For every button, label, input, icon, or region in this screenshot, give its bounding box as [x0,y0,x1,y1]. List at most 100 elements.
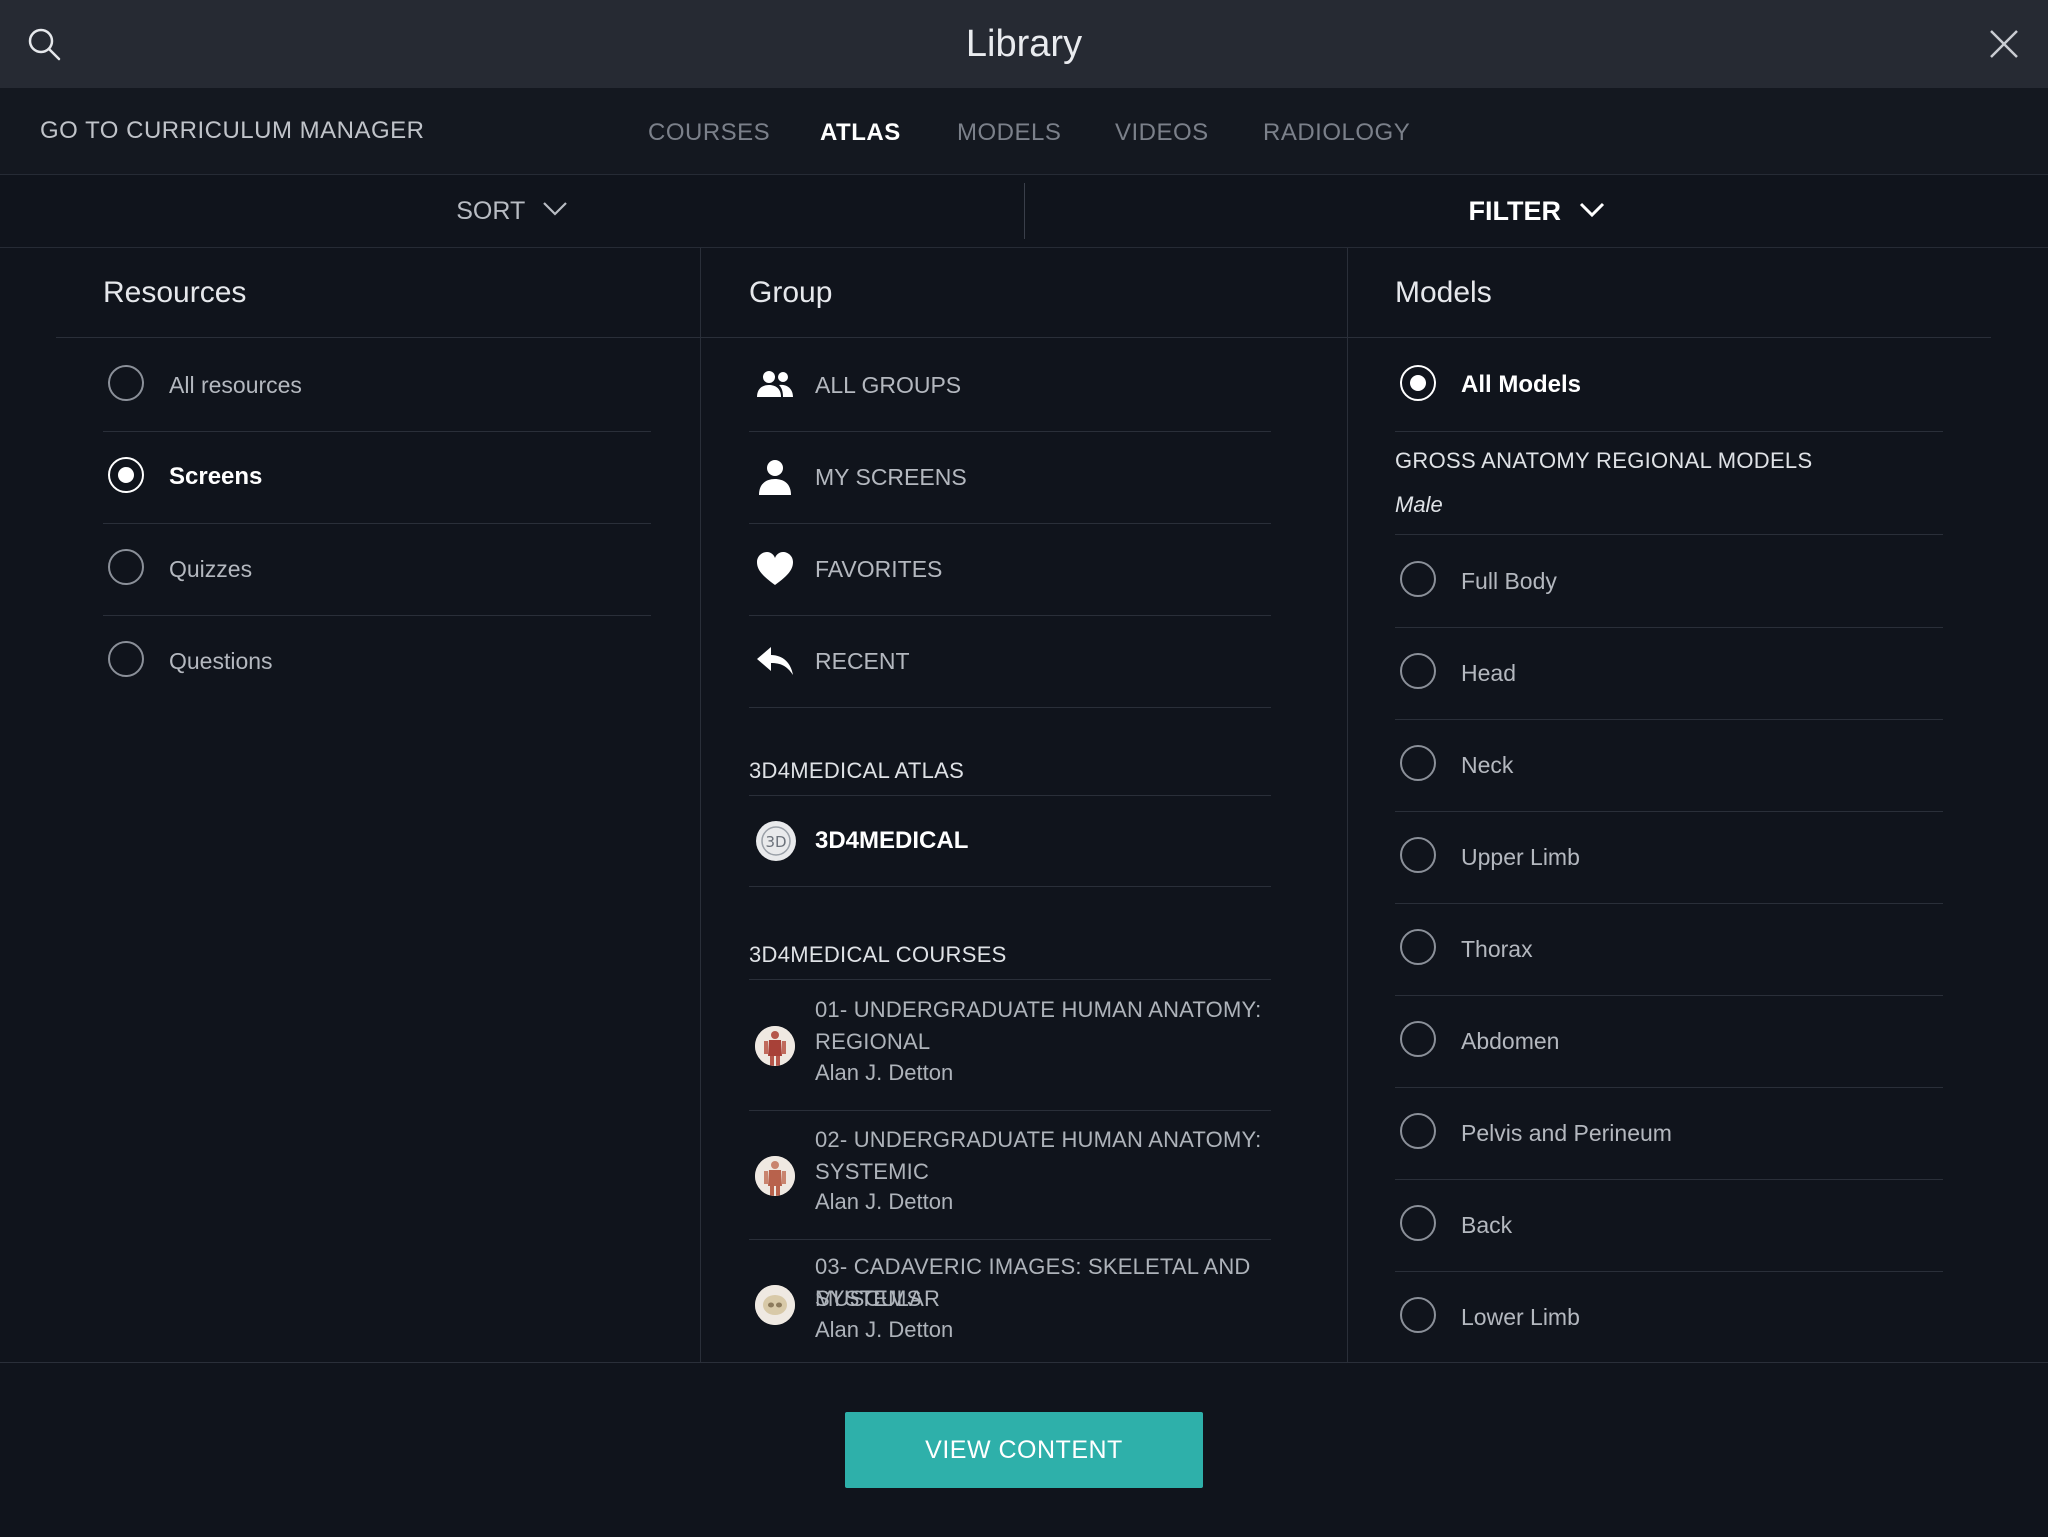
skull-image-icon [755,1285,795,1325]
radio-button[interactable] [1400,929,1436,965]
model-all-models[interactable]: All Models [1395,339,1943,432]
radio-button[interactable] [108,365,144,401]
resource-all-resources[interactable]: All resources [103,339,651,432]
model-label: Upper Limb [1461,844,1580,870]
group-label: 3D4MEDICAL [815,827,969,854]
model-head[interactable]: Head [1395,627,1943,720]
group-favorites[interactable]: FAVORITES [749,523,1271,616]
models-column: Models All Models GROSS ANATOMY REGIONAL… [1347,248,2048,1362]
tab-courses[interactable]: COURSES [648,88,770,178]
model-label: Abdomen [1461,1028,1560,1054]
resource-questions[interactable]: Questions [103,615,651,707]
group-my-screens[interactable]: MY SCREENS [749,431,1271,524]
course-title-line2: REGIONAL [815,1029,931,1054]
model-upper-limb[interactable]: Upper Limb [1395,811,1943,904]
model-label: All Models [1461,371,1582,398]
svg-text:3D: 3D [765,833,786,851]
course-title-line1: 02- UNDERGRADUATE HUMAN ANATOMY: [815,1127,1262,1152]
model-label: Thorax [1461,936,1533,962]
resources-heading: Resources [56,248,700,338]
radio-button[interactable] [108,641,144,677]
models-section-label: GROSS ANATOMY REGIONAL MODELS [1395,448,1813,473]
chevron-down-icon [1579,202,1604,217]
group-label: MY SCREENS [815,464,967,490]
resource-quizzes[interactable]: Quizzes [103,523,651,616]
person-icon [759,460,791,495]
filter-button[interactable]: FILTER [1025,175,2048,247]
group-column: Group ALL GROUPS MY SCREENS FAVORITES RE… [700,248,1348,1362]
radio-button[interactable] [1400,1297,1436,1333]
people-icon [757,371,793,397]
resource-label: Screens [169,463,263,490]
model-label: Head [1461,660,1516,686]
heart-icon [757,552,793,585]
resource-label: All resources [169,372,302,398]
model-label: Full Body [1461,568,1557,594]
course-thumbnail [755,1156,795,1196]
tab-radiology[interactable]: RADIOLOGY [1263,88,1410,178]
radio-button[interactable] [1400,837,1436,873]
tab-videos[interactable]: VIDEOS [1115,88,1209,178]
filter-label: FILTER [1468,196,1561,226]
group-all-groups[interactable]: ALL GROUPS [749,339,1271,432]
sort-filter-bar: SORT FILTER [0,175,2048,248]
group-recent[interactable]: RECENT [749,615,1271,708]
radio-button[interactable] [1400,1113,1436,1149]
group-heading: Group [701,248,1347,338]
group-3d4medical[interactable]: 3D 3D4MEDICAL [749,796,1271,887]
resource-screens[interactable]: Screens [103,431,651,524]
close-icon[interactable] [1986,26,2022,62]
resources-column: Resources All resources Screens Quizzes … [0,248,700,1362]
course-author: Alan J. Detton [815,1060,954,1085]
nav-bar: GO TO CURRICULUM MANAGER COURSES ATLAS M… [0,88,2048,175]
models-heading: Models [1347,248,1991,338]
radio-button[interactable] [108,549,144,585]
atlas-section-label: 3D4MEDICAL ATLAS [749,758,965,783]
model-pelvis-and-perineum[interactable]: Pelvis and Perineum [1395,1087,1943,1180]
model-full-body[interactable]: Full Body [1395,535,1943,628]
models-subsection-label: Male [1395,492,1443,517]
course-item-03[interactable]: 03- CADAVERIC IMAGES: SKELETAL AND MUSCU… [749,1239,1271,1362]
course-thumbnail [755,1285,795,1325]
tab-models[interactable]: MODELS [957,88,1061,178]
curriculum-manager-link[interactable]: GO TO CURRICULUM MANAGER [40,88,424,174]
course-item-02[interactable]: 02- UNDERGRADUATE HUMAN ANATOMY: SYSTEMI… [749,1110,1271,1240]
model-label: Back [1461,1212,1513,1238]
anatomy-figure-icon [755,1026,795,1066]
sort-button[interactable]: SORT [0,175,1024,247]
radio-button-selected[interactable] [108,457,144,493]
group-label: FAVORITES [815,556,943,582]
sort-label: SORT [456,197,525,225]
top-bar: Library [0,0,2048,89]
course-thumbnail [755,1026,795,1066]
resource-label: Questions [169,648,273,674]
course-author: Alan J. Detton [815,1317,954,1342]
radio-button[interactable] [1400,561,1436,597]
course-title-line2: SYSTEMIC [815,1159,930,1184]
reply-icon [757,647,793,675]
footer: VIEW CONTENT [0,1362,2048,1537]
model-lower-limb[interactable]: Lower Limb [1395,1271,1943,1362]
model-thorax[interactable]: Thorax [1395,903,1943,996]
radio-button[interactable] [1400,1021,1436,1057]
chevron-down-icon [542,202,567,216]
radio-button[interactable] [1400,1205,1436,1241]
model-neck[interactable]: Neck [1395,719,1943,812]
radio-button[interactable] [1400,745,1436,781]
group-label: ALL GROUPS [815,372,962,398]
model-abdomen[interactable]: Abdomen [1395,995,1943,1088]
radio-button-selected[interactable] [1400,365,1436,401]
model-label: Pelvis and Perineum [1461,1120,1672,1146]
model-back[interactable]: Back [1395,1179,1943,1272]
model-label: Lower Limb [1461,1304,1580,1330]
radio-button[interactable] [1400,653,1436,689]
anatomy-figure-icon [755,1156,795,1196]
course-author: Alan J. Detton [815,1189,954,1214]
resource-label: Quizzes [169,556,253,582]
model-label: Neck [1461,752,1514,778]
3d4medical-logo-icon: 3D [756,821,796,861]
course-item-01[interactable]: 01- UNDERGRADUATE HUMAN ANATOMY: REGIONA… [749,980,1271,1111]
tab-atlas[interactable]: ATLAS [820,88,901,178]
view-content-button[interactable]: VIEW CONTENT [845,1412,1203,1488]
courses-section-label: 3D4MEDICAL COURSES [749,942,1007,967]
